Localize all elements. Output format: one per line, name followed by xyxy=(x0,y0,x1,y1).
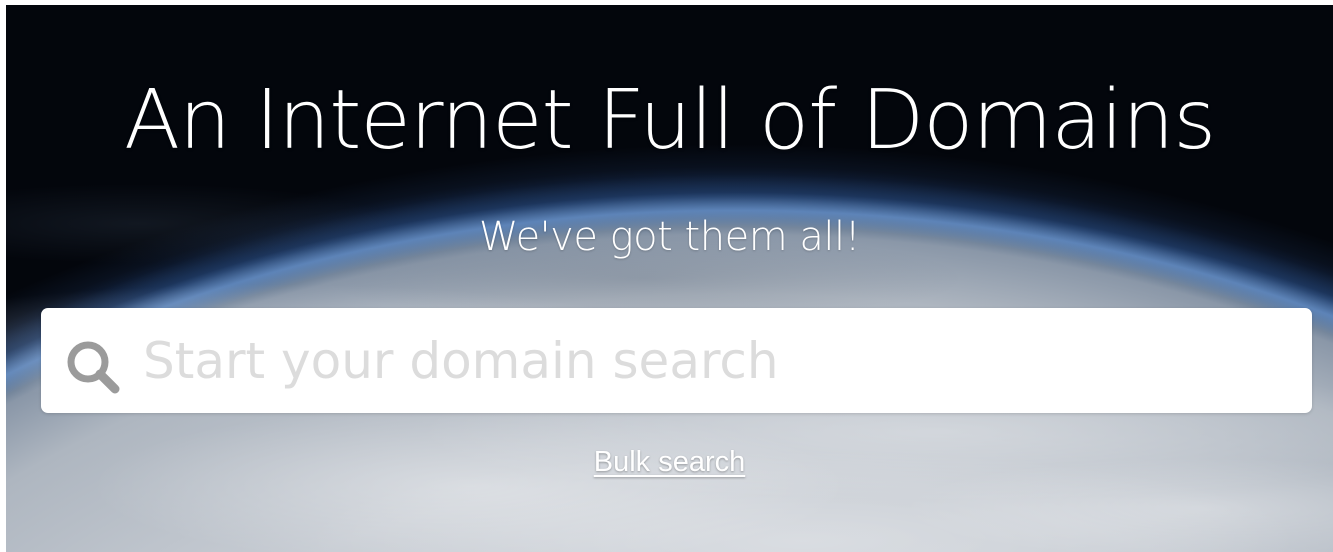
page-subtitle: We've got them all! xyxy=(478,214,861,260)
page-title: An Internet Full of Domains xyxy=(123,73,1216,168)
bulk-search-container: Bulk search xyxy=(6,444,1333,480)
domain-search-input[interactable] xyxy=(143,322,1293,400)
search-icon[interactable] xyxy=(63,337,125,399)
domain-search-box[interactable] xyxy=(41,308,1312,413)
bulk-search-link[interactable]: Bulk search xyxy=(594,446,746,478)
hero-banner: An Internet Full of Domains We've got th… xyxy=(6,5,1333,552)
